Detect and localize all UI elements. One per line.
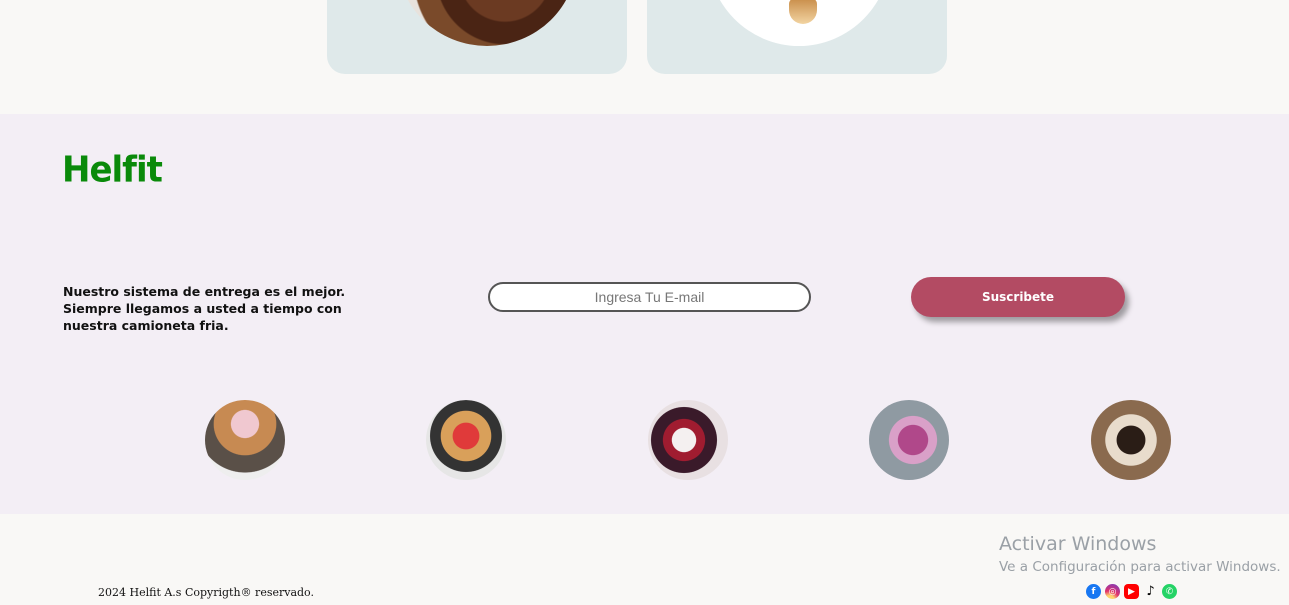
subscribe-button[interactable]: Suscribete [911, 277, 1125, 317]
email-input[interactable] [488, 282, 811, 312]
delivery-description: Nuestro sistema de entrega es el mejor. … [63, 284, 346, 333]
product-card-wafer[interactable] [647, 0, 947, 74]
popsicles-image[interactable] [869, 400, 949, 480]
ice-cream-cones-image[interactable] [205, 400, 285, 480]
whatsapp-icon[interactable]: ✆ [1162, 584, 1177, 599]
berry-dessert-image[interactable] [648, 400, 728, 480]
social-links: f ◎ ▶ ♪ ✆ [1086, 584, 1177, 599]
product-card-chocolates[interactable] [327, 0, 627, 74]
tiktok-icon[interactable]: ♪ [1143, 584, 1158, 599]
brand-logo[interactable]: Helfit [62, 149, 163, 191]
instagram-icon[interactable]: ◎ [1105, 584, 1120, 599]
strawberry-dessert-image[interactable] [426, 400, 506, 480]
wafer-dessert-image [707, 0, 891, 46]
windows-activation-title: Activar Windows [999, 533, 1157, 555]
windows-activation-subtitle: Ve a Configuración para activar Windows. [999, 559, 1281, 575]
newsletter-section: Helfit Nuestro sistema de entrega es el … [0, 114, 1289, 514]
top-cards-section [0, 0, 1289, 114]
facebook-icon[interactable]: f [1086, 584, 1101, 599]
chocolate-ice-cream-bars-image[interactable] [1091, 400, 1171, 480]
chocolates-image [397, 0, 577, 46]
youtube-icon[interactable]: ▶ [1124, 584, 1139, 599]
copyright-text: 2024 Helfit A.s Copyrigth® reservado. [98, 586, 314, 599]
footer: Activar Windows Ve a Configuración para … [0, 514, 1289, 605]
